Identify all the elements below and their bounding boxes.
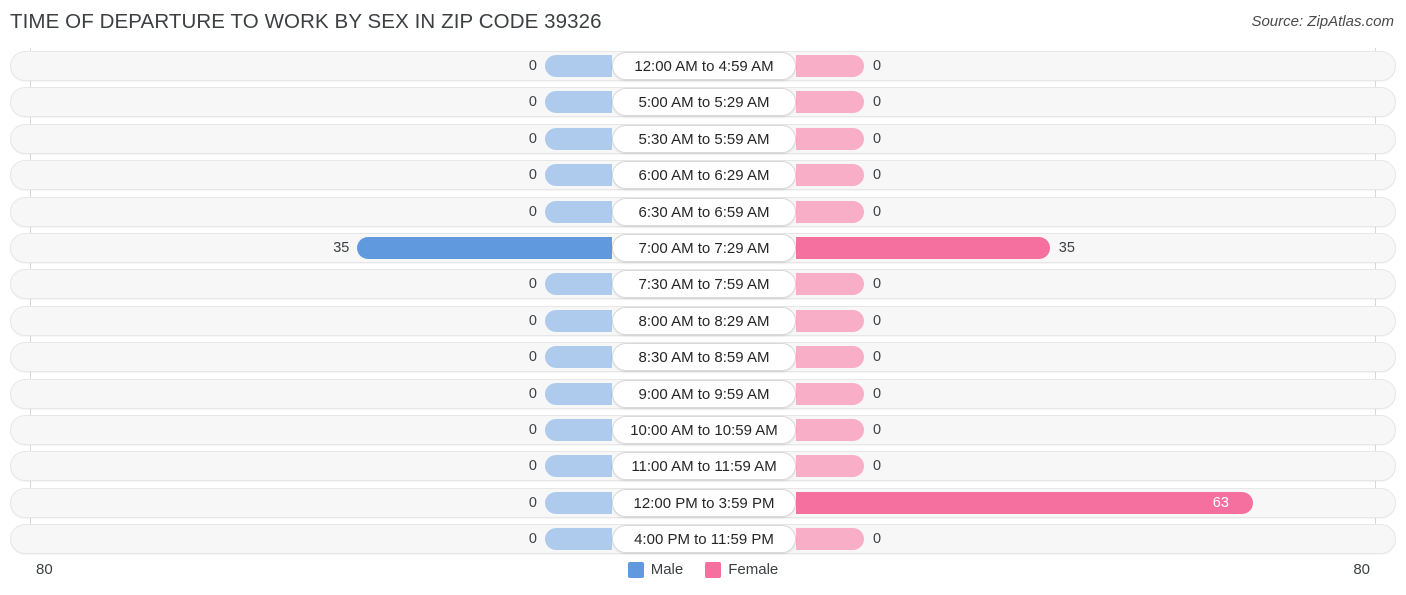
bar-male[interactable] (545, 164, 612, 187)
category-label-pill: 7:00 AM to 7:29 AM (612, 234, 796, 262)
chart-row: 0 0 6:00 AM to 6:29 AM (10, 160, 1396, 191)
bar-male[interactable] (545, 382, 612, 405)
category-label-pill: 7:30 AM to 7:59 AM (612, 270, 796, 299)
bar-value-male: 0 (528, 276, 537, 293)
chart-row: 0 0 6:30 AM to 6:59 AM (10, 196, 1396, 227)
bar-value-male: 0 (528, 349, 537, 366)
bar-value-male: 0 (528, 494, 537, 511)
bar-female[interactable] (796, 127, 864, 150)
bar-male[interactable] (545, 455, 612, 478)
category-label-pill: 6:30 AM to 6:59 AM (612, 197, 796, 226)
category-label-pill: 6:00 AM to 6:29 AM (612, 161, 796, 190)
bar-value-female: 0 (873, 94, 882, 111)
category-label-pill: 10:00 AM to 10:59 AM (612, 416, 796, 444)
category-label-pill: 4:00 PM to 11:59 PM (612, 525, 796, 554)
bar-male[interactable] (545, 127, 612, 150)
bar-female[interactable] (796, 55, 864, 77)
chart-row: 0 0 7:30 AM to 7:59 AM (10, 269, 1396, 300)
bar-female[interactable] (796, 346, 864, 369)
bar-female[interactable] (796, 455, 864, 478)
category-label-pill: 8:30 AM to 8:59 AM (612, 343, 796, 372)
chart-legend: Male Female (0, 561, 1406, 578)
bar-female[interactable] (796, 91, 864, 114)
bar-male[interactable] (545, 55, 612, 77)
bar-value-female: 0 (873, 458, 882, 475)
chart-row: 0 0 4:00 PM to 11:59 PM (10, 524, 1396, 555)
category-label-pill: 12:00 AM to 4:59 AM (612, 52, 796, 80)
legend-label-male: Male (650, 561, 684, 578)
page-title: TIME OF DEPARTURE TO WORK BY SEX IN ZIP … (10, 10, 602, 33)
bar-value-female: 0 (873, 422, 882, 438)
bar-female[interactable] (796, 309, 864, 332)
legend-item-female[interactable]: Female (705, 561, 778, 578)
bar-value-male: 35 (333, 240, 350, 256)
bar-value-female: 0 (873, 531, 882, 548)
bar-female[interactable] (796, 164, 864, 187)
bar-value-male: 0 (528, 130, 537, 147)
bar-value-male: 0 (528, 203, 537, 220)
bar-value-male: 0 (528, 385, 537, 402)
source-attribution: Source: ZipAtlas.com (1251, 13, 1394, 30)
bar-value-male: 0 (528, 458, 537, 475)
bar-value-male: 0 (528, 167, 537, 184)
bar-value-female: 0 (873, 385, 882, 402)
chart-row: 0 0 8:30 AM to 8:59 AM (10, 342, 1396, 373)
bar-male[interactable] (545, 491, 612, 514)
chart-row: 0 0 12:00 AM to 4:59 AM (10, 51, 1396, 81)
category-label-pill: 5:30 AM to 5:59 AM (612, 124, 796, 153)
chart-row: 0 0 11:00 AM to 11:59 AM (10, 451, 1396, 482)
category-label-pill: 12:00 PM to 3:59 PM (612, 488, 796, 517)
chart-page: TIME OF DEPARTURE TO WORK BY SEX IN ZIP … (0, 0, 1406, 595)
bar-female[interactable] (796, 491, 1253, 514)
bar-value-female: 0 (873, 276, 882, 293)
bar-female[interactable] (796, 528, 864, 551)
bar-male[interactable] (545, 200, 612, 223)
legend-label-female: Female (728, 561, 779, 578)
bar-value-male: 0 (528, 312, 537, 329)
chart-footer: 80 80 Male Female (0, 553, 1406, 595)
bar-value-male: 0 (528, 422, 537, 438)
bar-female[interactable] (796, 273, 864, 296)
bar-value-female: 0 (873, 130, 882, 147)
chart-row: 0 0 10:00 AM to 10:59 AM (10, 415, 1396, 445)
category-label-pill: 5:00 AM to 5:29 AM (612, 88, 796, 117)
bar-value-female: 0 (873, 58, 882, 74)
bar-female[interactable] (796, 382, 864, 405)
legend-item-male[interactable]: Male (627, 561, 684, 578)
chart-row: 0 0 5:00 AM to 5:29 AM (10, 87, 1396, 118)
bar-value-male: 0 (528, 58, 537, 74)
bar-male[interactable] (357, 237, 612, 259)
category-label-pill: 11:00 AM to 11:59 AM (612, 452, 796, 481)
bar-value-female: 63 (1212, 494, 1229, 511)
bar-male[interactable] (545, 419, 612, 441)
bar-male[interactable] (545, 91, 612, 114)
bar-female[interactable] (796, 200, 864, 223)
bar-value-female: 0 (873, 349, 882, 366)
chart-row: 35 35 7:00 AM to 7:29 AM (10, 233, 1396, 263)
bar-value-female: 0 (873, 312, 882, 329)
legend-swatch-male (627, 561, 644, 578)
chart-row: 0 0 9:00 AM to 9:59 AM (10, 378, 1396, 409)
chart-row: 0 0 5:30 AM to 5:59 AM (10, 123, 1396, 154)
category-label-pill: 8:00 AM to 8:29 AM (612, 306, 796, 335)
legend-swatch-female (705, 561, 722, 578)
bar-male[interactable] (545, 309, 612, 332)
chart-row: 0 63 12:00 PM to 3:59 PM (10, 487, 1396, 518)
bar-male[interactable] (545, 528, 612, 551)
bar-female[interactable] (796, 419, 864, 441)
bar-value-female: 35 (1058, 240, 1075, 256)
bar-female[interactable] (796, 237, 1050, 259)
chart-row: 0 0 8:00 AM to 8:29 AM (10, 305, 1396, 336)
bar-male[interactable] (545, 346, 612, 369)
chart-plot-area: 0 0 12:00 AM to 4:59 AM 0 0 5:00 AM to 5:29 A… (0, 48, 1406, 555)
bar-male[interactable] (545, 273, 612, 296)
bar-value-female: 0 (873, 203, 882, 220)
bar-value-male: 0 (528, 531, 537, 548)
bar-value-female: 0 (873, 167, 882, 184)
chart-header: TIME OF DEPARTURE TO WORK BY SEX IN ZIP … (0, 0, 1406, 46)
category-label-pill: 9:00 AM to 9:59 AM (612, 379, 796, 408)
bar-value-male: 0 (528, 94, 537, 111)
